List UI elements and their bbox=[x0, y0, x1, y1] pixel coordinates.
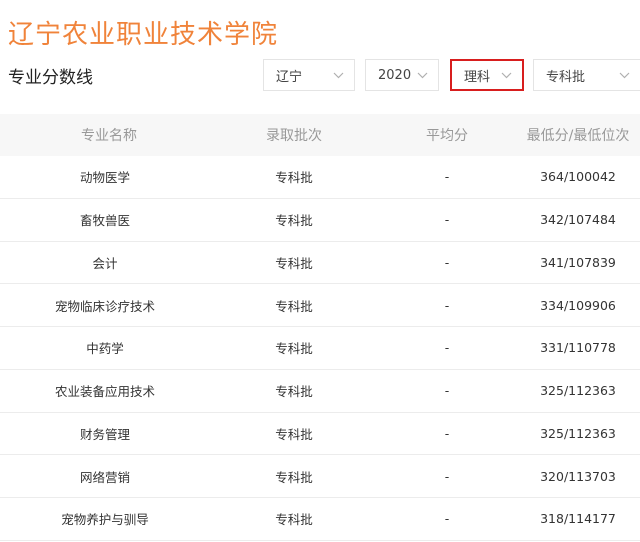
cell-min-score-rank: 364/100042 bbox=[540, 169, 616, 185]
column-header-average: 平均分 bbox=[426, 128, 468, 144]
cell-average: - bbox=[444, 297, 450, 313]
cell-batch: 专科批 bbox=[275, 384, 313, 400]
batch-select[interactable]: 专科批 bbox=[533, 59, 640, 91]
cell-batch: 专科批 bbox=[275, 341, 313, 357]
table-row: 中药学 专科批 - 331/110778 bbox=[0, 327, 640, 370]
cell-major: 宠物临床诊疗技术 bbox=[54, 298, 155, 314]
table-row: 宠物临床诊疗技术 专科批 - 334/109906 bbox=[0, 284, 640, 327]
cell-batch: 专科批 bbox=[275, 469, 313, 485]
cell-average: - bbox=[444, 511, 450, 527]
cell-major: 会计 bbox=[92, 255, 118, 271]
table-row: 畜牧兽医 专科批 - 342/107484 bbox=[0, 198, 640, 242]
cell-min-score-rank: 342/107484 bbox=[540, 212, 616, 228]
cell-min-score-rank: 325/112363 bbox=[540, 383, 616, 399]
cell-major: 畜牧兽医 bbox=[79, 213, 130, 229]
cell-batch: 专科批 bbox=[275, 512, 313, 528]
subject-select[interactable]: 理科 bbox=[450, 59, 524, 91]
cell-min-score-rank: 334/109906 bbox=[540, 297, 616, 313]
table-row: 农业装备应用技术 专科批 - 325/112363 bbox=[0, 369, 640, 413]
cell-min-score-rank: 318/114177 bbox=[540, 511, 616, 527]
province-select-value: 辽宁 bbox=[276, 69, 303, 85]
cell-min-score-rank: 341/107839 bbox=[540, 254, 616, 270]
cell-major: 中药学 bbox=[86, 341, 124, 357]
table-row: 网络营销 专科批 - 320/113703 bbox=[0, 455, 640, 498]
cell-average: - bbox=[444, 425, 450, 441]
cell-min-score-rank: 331/110778 bbox=[540, 340, 616, 356]
column-header-min-score-rank: 最低分/最低位次 bbox=[526, 128, 630, 144]
cell-batch: 专科批 bbox=[275, 426, 313, 442]
cell-average: - bbox=[444, 468, 450, 484]
chevron-down-icon bbox=[500, 69, 512, 81]
year-select-value: 2020 bbox=[378, 67, 412, 83]
cell-batch: 专科批 bbox=[275, 255, 313, 271]
cell-min-score-rank: 320/113703 bbox=[540, 468, 616, 484]
column-header-major: 专业名称 bbox=[81, 128, 137, 144]
table-header: 专业名称 录取批次 平均分 最低分/最低位次 bbox=[0, 114, 640, 156]
column-header-batch: 录取批次 bbox=[266, 128, 322, 144]
cell-average: - bbox=[444, 212, 450, 228]
score-table: 专业名称 录取批次 平均分 最低分/最低位次 动物医学 专科批 - 364/10… bbox=[0, 114, 640, 541]
chevron-down-icon bbox=[332, 69, 344, 81]
cell-average: - bbox=[444, 383, 450, 399]
cell-average: - bbox=[444, 254, 450, 270]
subject-select-value: 理科 bbox=[464, 69, 491, 85]
cell-batch: 专科批 bbox=[275, 170, 313, 186]
chevron-down-icon bbox=[618, 69, 630, 81]
cell-batch: 专科批 bbox=[275, 213, 313, 229]
cell-average: - bbox=[444, 340, 450, 356]
school-title: 辽宁农业职业技术学院 bbox=[8, 20, 279, 50]
cell-batch: 专科批 bbox=[275, 298, 313, 314]
cell-average: - bbox=[444, 169, 450, 185]
cell-min-score-rank: 325/112363 bbox=[540, 425, 616, 441]
table-row: 会计 专科批 - 341/107839 bbox=[0, 241, 640, 285]
province-select[interactable]: 辽宁 bbox=[263, 59, 355, 91]
cell-major: 财务管理 bbox=[79, 426, 130, 442]
cell-major: 农业装备应用技术 bbox=[54, 384, 155, 400]
cell-major: 动物医学 bbox=[79, 170, 130, 186]
table-row: 财务管理 专科批 - 325/112363 bbox=[0, 412, 640, 456]
batch-select-value: 专科批 bbox=[546, 69, 586, 85]
cell-major: 网络营销 bbox=[79, 469, 130, 485]
cell-major: 宠物养护与驯导 bbox=[61, 512, 149, 528]
chevron-down-icon bbox=[416, 69, 428, 81]
table-row: 动物医学 专科批 - 364/100042 bbox=[0, 156, 640, 199]
year-select[interactable]: 2020 bbox=[365, 59, 439, 91]
table-row: 宠物养护与驯导 专科批 - 318/114177 bbox=[0, 498, 640, 541]
filter-bar: 辽宁 2020 理科 专科批 bbox=[0, 59, 640, 91]
